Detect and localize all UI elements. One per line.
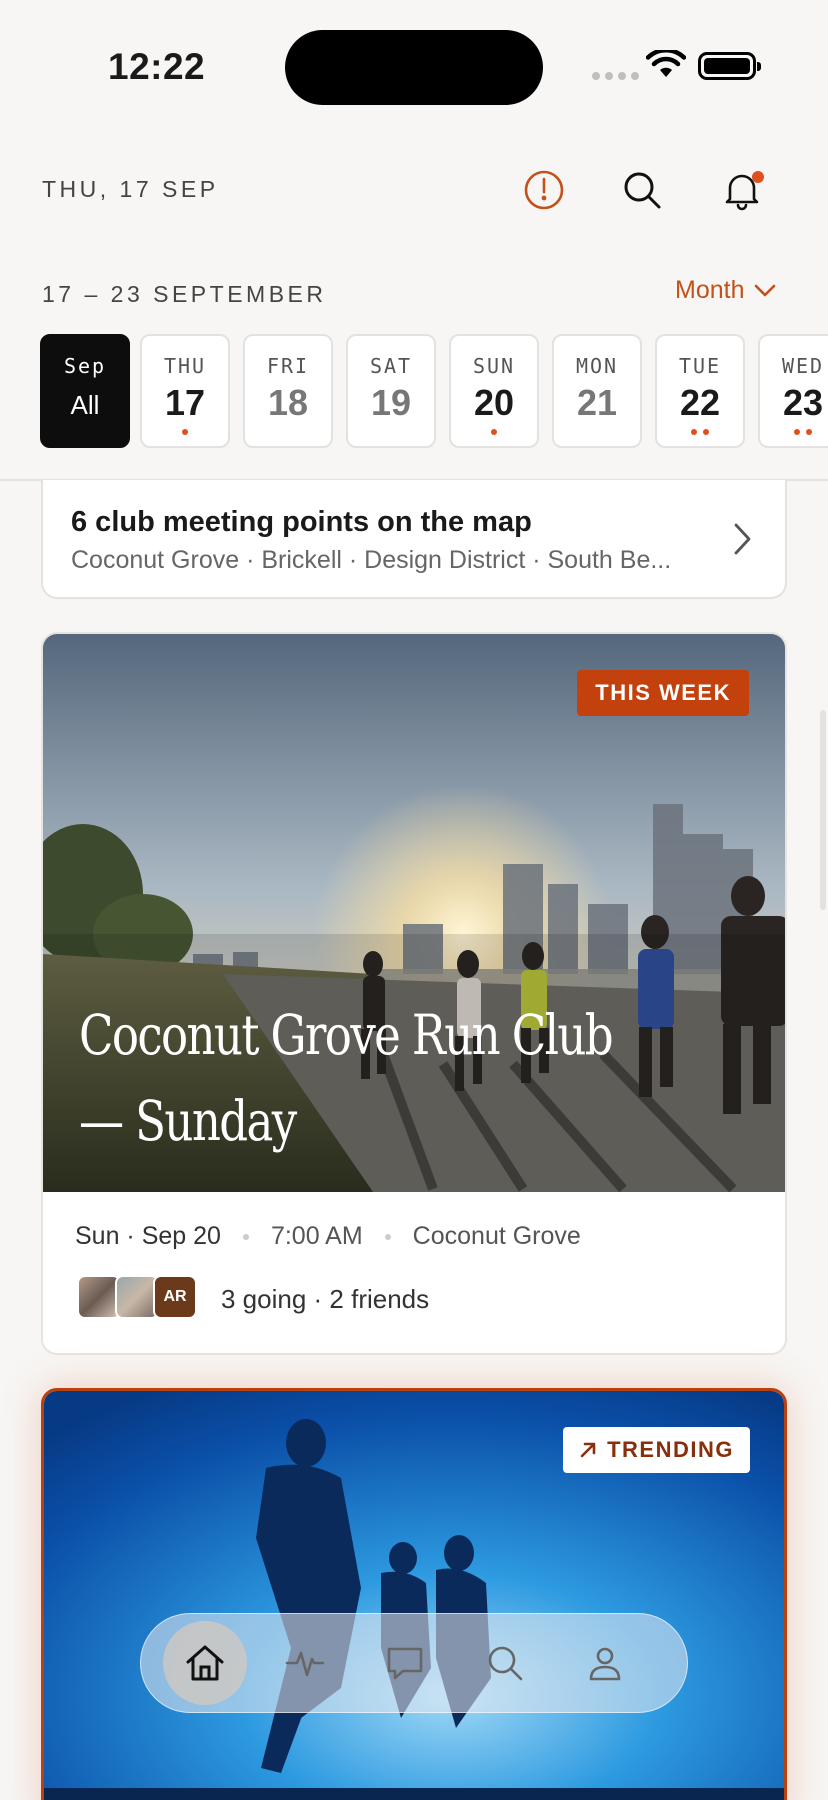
dynamic-island	[285, 30, 543, 105]
day-chip[interactable]: WED 23	[758, 334, 828, 448]
view-selector-label: Month	[675, 276, 745, 304]
event-card[interactable]: THIS WEEK Coconut Grove Run Club — Sunda…	[41, 632, 787, 1355]
trending-event-card[interactable]: TRENDING	[41, 1388, 787, 1800]
day-chip-dow: THU	[163, 354, 207, 378]
day-chip-dow: WED	[781, 354, 825, 378]
day-chip-number: 18	[267, 382, 309, 423]
day-chip[interactable]: THU 17	[140, 334, 230, 448]
day-chip[interactable]: TUE 22	[655, 334, 745, 448]
day-chip-number: 19	[370, 382, 412, 423]
chat-icon	[387, 1647, 423, 1680]
day-chip-number: 17	[164, 382, 206, 423]
day-chip-dow: SUN	[472, 354, 516, 378]
day-chip[interactable]: FRI 18	[243, 334, 333, 448]
event-meta: Sun · Sep 20 7:00 AM Coconut Grove	[75, 1222, 581, 1251]
tab-activity[interactable]	[255, 1623, 355, 1703]
status-bar: 12:22	[0, 0, 828, 130]
notification-badge	[752, 171, 764, 183]
map-card-title: 6 club meeting points on the map	[71, 506, 532, 538]
this-week-badge: THIS WEEK	[577, 670, 749, 716]
day-chip-number: 22	[679, 382, 721, 423]
day-chip-number: 21	[576, 382, 618, 423]
event-title: Coconut Grove Run Club — Sunday	[79, 992, 637, 1164]
trending-badge-label: TRENDING	[607, 1437, 734, 1462]
day-strip: Sep All THU 17 FRI 18 SAT 19 SUN 20 MON …	[0, 332, 828, 452]
profile-icon	[589, 1647, 621, 1681]
chevron-down-icon	[755, 284, 776, 296]
day-chip[interactable]: SAT 19	[346, 334, 436, 448]
day-chip[interactable]: SUN 20	[449, 334, 539, 448]
battery-icon	[698, 52, 761, 80]
event-date: Sun · Sep 20	[75, 1222, 221, 1250]
event-title-line1: Coconut Grove Run Club	[79, 1003, 614, 1067]
status-time: 12:22	[108, 46, 206, 87]
map-card-subtitle: Coconut Grove · Brickell · Design Distri…	[71, 546, 672, 574]
event-title-line2: — Sunday	[79, 1089, 297, 1153]
event-indicator	[760, 429, 828, 435]
tab-profile[interactable]	[555, 1623, 655, 1703]
activity-icon	[285, 1651, 325, 1677]
compass-icon[interactable]	[522, 168, 566, 212]
week-range-label: 17 – 23 SEPTEMBER	[42, 281, 327, 307]
search-icon	[488, 1646, 523, 1681]
day-chip-dow: FRI	[266, 354, 310, 378]
wifi-icon	[646, 50, 686, 77]
day-chip-all[interactable]: Sep All	[40, 334, 130, 448]
tab-bar	[140, 1613, 688, 1713]
avatar: AR	[153, 1275, 197, 1319]
home-icon	[186, 1645, 224, 1681]
event-location: Coconut Grove	[412, 1222, 581, 1250]
event-indicator	[142, 429, 228, 435]
map-meeting-points-card[interactable]: 6 club meeting points on the map Coconut…	[41, 480, 787, 599]
current-date: THU, 17 SEP	[42, 176, 219, 202]
trending-badge: TRENDING	[563, 1427, 750, 1473]
tab-messages[interactable]	[355, 1623, 455, 1703]
tab-home[interactable]	[163, 1621, 247, 1705]
event-indicator	[451, 429, 537, 435]
day-chip-dow: MON	[575, 354, 619, 378]
scrollbar[interactable]	[820, 710, 826, 910]
chevron-right-icon	[734, 523, 751, 555]
day-chip-month: Sep	[63, 354, 107, 378]
trending-arrow-icon	[580, 1442, 596, 1458]
day-chip-number: 23	[782, 382, 824, 423]
day-chip-label: All	[70, 390, 100, 420]
day-chip-dow: TUE	[678, 354, 722, 378]
attendee-avatars: AR	[77, 1275, 197, 1319]
day-chip[interactable]: MON 21	[552, 334, 642, 448]
event-indicator	[657, 429, 743, 435]
attendance-count: 3 going · 2 friends	[221, 1284, 430, 1314]
tab-search[interactable]	[455, 1623, 555, 1703]
cellular-signal-icon	[592, 72, 639, 80]
view-selector-button[interactable]: Month	[675, 276, 776, 305]
day-chip-number: 20	[473, 382, 515, 423]
meta-separator	[384, 1233, 391, 1240]
meta-separator	[242, 1233, 249, 1240]
day-chip-dow: SAT	[369, 354, 413, 378]
event-time: 7:00 AM	[270, 1222, 363, 1250]
search-icon[interactable]	[620, 168, 664, 212]
